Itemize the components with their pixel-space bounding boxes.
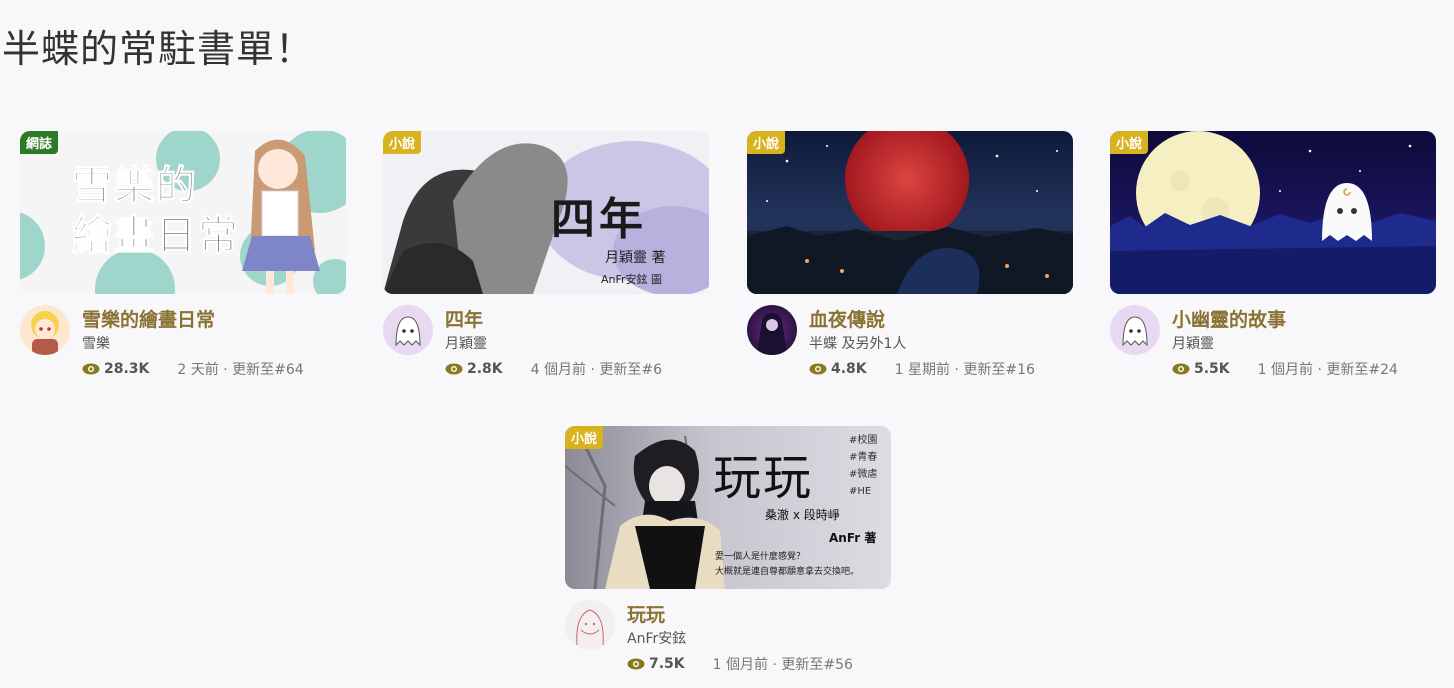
view-count: 7.5K	[649, 656, 685, 672]
eye-icon	[82, 363, 100, 375]
avatar[interactable]	[20, 305, 70, 355]
cover-author-text: AnFr 著	[829, 531, 877, 545]
category-badge: 小說	[747, 131, 786, 154]
story-stats: 2.8K 4 個月前 · 更新至#6	[445, 359, 662, 379]
category-badge: 小說	[565, 426, 604, 449]
cover-art	[1110, 131, 1436, 294]
book-cover[interactable]: 小說	[747, 131, 1073, 294]
story-title[interactable]: 四年	[445, 305, 483, 332]
author-name[interactable]: AnFr安鉉	[627, 628, 686, 648]
book-card[interactable]: 小說 血夜傳說 半蝶 及另外1人 4.8K 1 星期前 · 更新至#16	[747, 131, 1073, 381]
book-card[interactable]: 四年 月穎靈 著 AnFr安鉉 圖 小說 四年 月穎靈 2.8K 4 個月前 ·…	[383, 131, 709, 381]
eye-icon	[445, 363, 463, 375]
story-title[interactable]: 雪樂的繪畫日常	[82, 305, 215, 332]
cover-tags-text: #校園 #青春 #微虐 #HE	[849, 435, 878, 497]
page-title: 半蝶的常駐書單！	[2, 27, 315, 71]
avatar[interactable]	[1110, 305, 1160, 355]
book-cover[interactable]: 四年 月穎靈 著 AnFr安鉉 圖 小說	[383, 131, 709, 294]
book-cover[interactable]: 玩玩 #校園 #青春 #微虐 #HE 桑澈 x 段時崢 AnFr 著 愛一個人是…	[565, 426, 891, 589]
author-name[interactable]: 雪樂	[82, 333, 110, 353]
ghost-avatar-icon	[395, 316, 421, 347]
story-title[interactable]: 小幽靈的故事	[1172, 305, 1286, 332]
author-name[interactable]: 月穎靈	[1172, 333, 1214, 353]
view-count: 4.8K	[831, 361, 867, 377]
author-name[interactable]: 半蝶 及另外1人	[809, 333, 906, 353]
avatar[interactable]	[565, 600, 615, 650]
cover-names-text: 桑澈 x 段時崢	[765, 508, 840, 522]
category-badge: 網誌	[20, 131, 59, 154]
view-count: 2.8K	[467, 361, 503, 377]
cover-art	[747, 131, 1073, 294]
author-name[interactable]: 月穎靈	[445, 333, 487, 353]
story-title[interactable]: 玩玩	[627, 600, 665, 627]
cover-title-text: 玩玩	[713, 450, 814, 506]
story-title[interactable]: 血夜傳說	[809, 305, 885, 332]
author-avatar-icon	[576, 609, 604, 646]
story-stats: 28.3K 2 天前 · 更新至#64	[82, 359, 304, 379]
update-info: 1 星期前 · 更新至#16	[894, 362, 1035, 378]
category-badge: 小說	[1110, 131, 1149, 154]
book-cover[interactable]: 小說	[1110, 131, 1436, 294]
eye-icon	[809, 363, 827, 375]
eye-icon	[1172, 363, 1190, 375]
book-cover[interactable]: 雪樂的 繪畫日常 網誌	[20, 131, 346, 294]
update-info: 4 個月前 · 更新至#6	[530, 362, 663, 378]
update-info: 1 個月前 · 更新至#56	[712, 657, 853, 673]
category-badge: 小說	[383, 131, 422, 154]
view-count: 5.5K	[1194, 361, 1230, 377]
view-count: 28.3K	[104, 361, 150, 377]
ghost-avatar-icon	[1122, 316, 1148, 347]
cover-author-text: 月穎靈 著	[605, 250, 666, 266]
avatar[interactable]	[747, 305, 797, 355]
cover-title-text: 四年	[551, 194, 647, 245]
book-card[interactable]: 小說 小幽靈的故事 月穎靈 5.5K 1 個月前 · 更新至#24	[1110, 131, 1436, 381]
update-info: 1 個月前 · 更新至#24	[1257, 362, 1398, 378]
cover-quote-text: 愛一個人是什麼感覺？ 大概就是連自尊都願意拿去交換吧。	[715, 552, 860, 577]
cover-illustrator-text: AnFr安鉉 圖	[601, 273, 663, 286]
story-stats: 7.5K 1 個月前 · 更新至#56	[627, 654, 853, 674]
book-card[interactable]: 玩玩 #校園 #青春 #微虐 #HE 桑澈 x 段時崢 AnFr 著 愛一個人是…	[565, 426, 891, 676]
book-card[interactable]: 雪樂的 繪畫日常 網誌 雪樂的繪畫日常 雪樂 28.3K 2 天前 · 更新至#…	[20, 131, 346, 381]
author-avatar-icon	[757, 313, 787, 355]
update-info: 2 天前 · 更新至#64	[177, 362, 304, 378]
story-stats: 4.8K 1 星期前 · 更新至#16	[809, 359, 1035, 379]
avatar[interactable]	[383, 305, 433, 355]
story-stats: 5.5K 1 個月前 · 更新至#24	[1172, 359, 1398, 379]
author-avatar-icon	[31, 311, 59, 355]
eye-icon	[627, 658, 645, 670]
cover-art	[383, 141, 709, 294]
cover-title-text: 雪樂的 繪畫日常	[72, 163, 240, 260]
